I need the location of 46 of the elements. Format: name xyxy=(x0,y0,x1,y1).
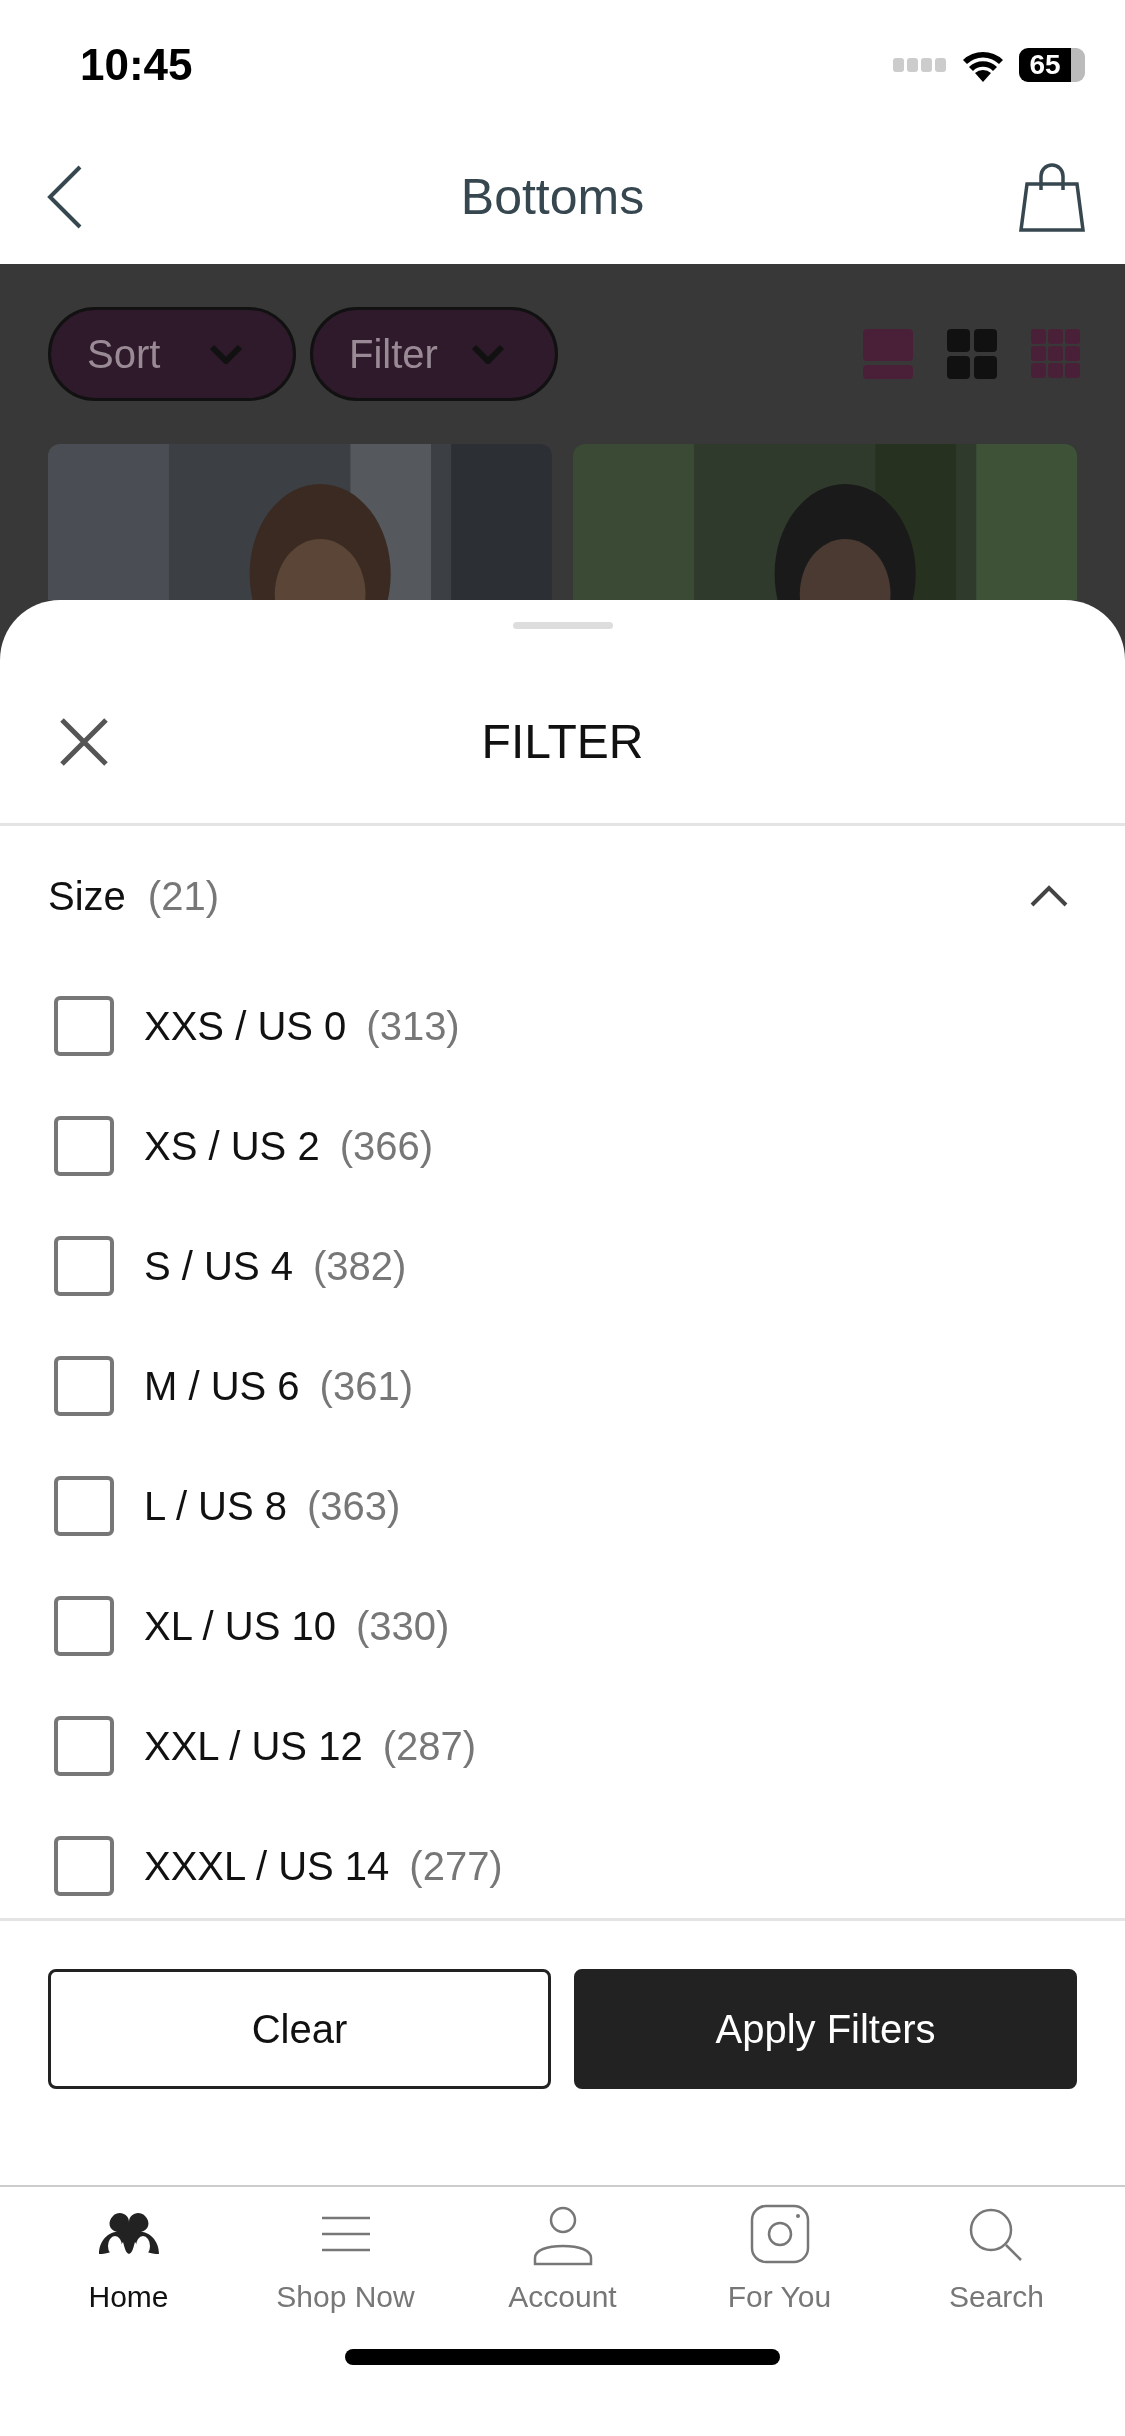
option-count: (382) xyxy=(312,1243,407,1289)
tab-bar-item[interactable]: Home xyxy=(20,2203,237,2315)
option-label: XL / US 10 xyxy=(144,1603,336,1649)
checkbox[interactable] xyxy=(54,1236,114,1296)
option-label: XXL / US 12 xyxy=(144,1723,363,1769)
battery-icon: 65 xyxy=(1019,48,1085,82)
checkbox[interactable] xyxy=(54,1836,114,1896)
chevron-down-icon xyxy=(471,344,505,364)
section-count: (21) xyxy=(147,873,219,919)
option-count: (330) xyxy=(355,1603,450,1649)
section-title: Size xyxy=(48,873,126,919)
checkbox[interactable] xyxy=(54,1596,114,1656)
option-count: (287) xyxy=(382,1723,477,1769)
apply-button[interactable]: Apply Filters xyxy=(574,1969,1077,2089)
clear-button[interactable]: Clear xyxy=(48,1969,551,2089)
checkbox[interactable] xyxy=(54,996,114,1056)
option-count: (361) xyxy=(319,1363,413,1409)
checkbox[interactable] xyxy=(54,1476,114,1536)
option-label: XS / US 2 xyxy=(144,1123,320,1169)
checkbox[interactable] xyxy=(54,1356,114,1416)
option-count: (313) xyxy=(366,1003,460,1049)
option-label: XXXL / US 14 xyxy=(144,1843,390,1889)
chevron-up-icon[interactable] xyxy=(1029,884,1069,908)
sheet-handle[interactable] xyxy=(512,622,613,629)
dropdown-button[interactable]: Sort xyxy=(48,307,296,401)
option-label: S / US 4 xyxy=(144,1243,293,1289)
option-label: XXS / US 0 xyxy=(144,1003,347,1049)
close-button[interactable] xyxy=(58,715,110,768)
dropdown-button[interactable]: Filter xyxy=(310,307,558,401)
option-count: (366) xyxy=(339,1123,433,1169)
sheet-title: FILTER xyxy=(481,714,644,769)
checkbox[interactable] xyxy=(54,1716,114,1776)
chevron-down-icon xyxy=(209,344,243,364)
shopping-bag-icon[interactable] xyxy=(1019,162,1085,232)
checkbox[interactable] xyxy=(54,1116,114,1176)
tab-bar-item[interactable]: Shop Now xyxy=(237,2203,454,2315)
signal-icon xyxy=(893,58,947,72)
option-count: (277) xyxy=(409,1843,503,1889)
tab-bar-item[interactable]: For You xyxy=(671,2203,888,2315)
tab-bar-item[interactable]: Account xyxy=(454,2203,671,2315)
page-title: Bottoms xyxy=(460,168,645,226)
tab-bar-item[interactable]: Search xyxy=(888,2203,1105,2315)
option-label: L / US 8 xyxy=(144,1483,288,1529)
status-time: 10:45 xyxy=(80,40,193,90)
option-count: (363) xyxy=(307,1483,401,1529)
option-label: M / US 6 xyxy=(144,1363,300,1409)
